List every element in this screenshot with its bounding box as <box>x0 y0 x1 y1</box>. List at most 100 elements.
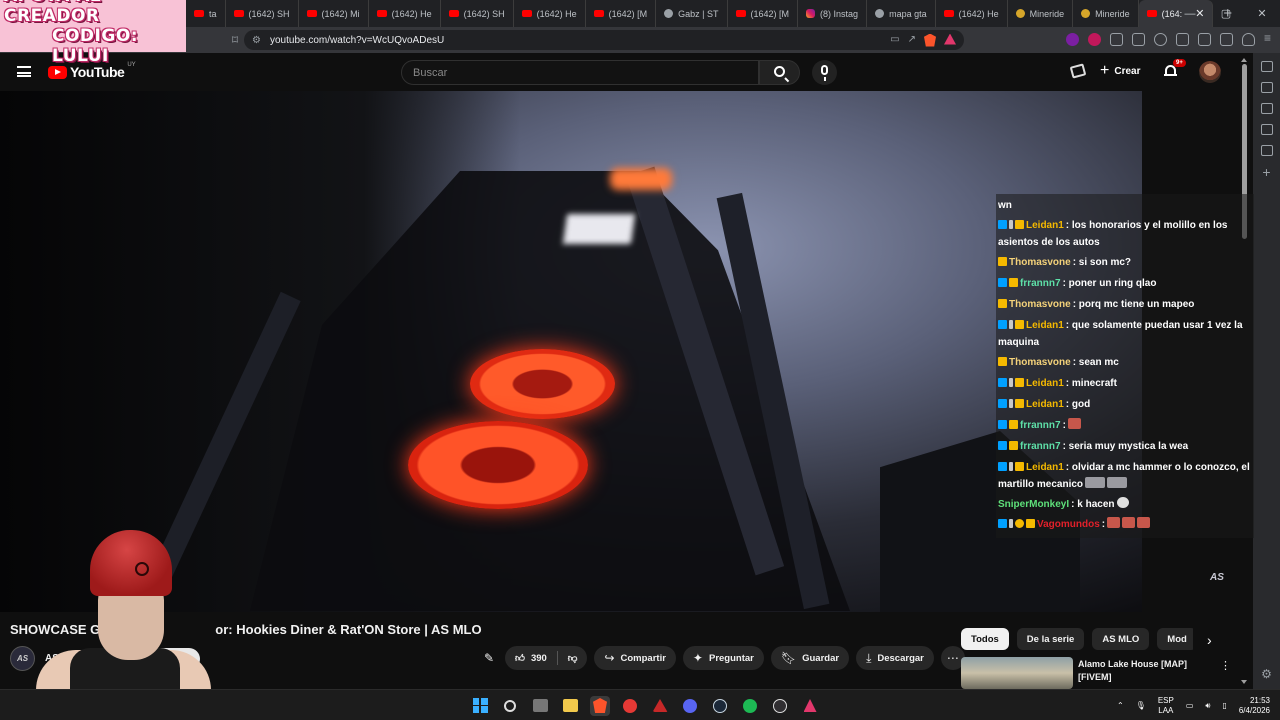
browser-tab[interactable]: (8) Instag <box>798 0 868 27</box>
reading-list-icon[interactable] <box>1260 82 1273 93</box>
download-arrow-icon: ⤓ <box>866 650 872 665</box>
share-button[interactable]: ↪ Compartir <box>594 646 676 670</box>
thanks-icon[interactable]: ✎ <box>480 646 498 670</box>
omnibox[interactable]: ⚙ youtube.com/watch?v=WcUQvoADesU ▭ ↗ <box>244 30 964 50</box>
wallet-icon[interactable] <box>1132 33 1145 46</box>
search-taskbar-icon[interactable] <box>500 696 520 716</box>
filter-chip[interactable]: Mod <box>1157 628 1193 650</box>
volume-icon[interactable]: 🔊︎ <box>1205 701 1210 711</box>
tab-label: Mineride <box>1029 8 1065 19</box>
brave-shields-icon[interactable] <box>924 33 936 47</box>
network-icon[interactable]: ▭ <box>1186 701 1194 710</box>
media-player-icon[interactable] <box>620 696 640 716</box>
save-button[interactable]: 🔖︎ Guardar <box>770 646 850 670</box>
browser-tab[interactable]: (1642) SH <box>226 0 299 27</box>
browser-tab[interactable]: (1642) Mi <box>299 0 369 27</box>
music-icon[interactable] <box>1154 33 1167 46</box>
menu-icon[interactable]: ≡ <box>1264 32 1277 46</box>
clock[interactable]: 21:53 6/4/2026 <box>1239 696 1270 716</box>
browser-tab[interactable]: (1642) [M <box>728 0 799 27</box>
chevron-right-icon[interactable]: › <box>1207 632 1212 648</box>
recommended-video[interactable]: Alamo Lake House [MAP] [FIVEM] ⋮ <box>961 657 1241 689</box>
url-text[interactable]: youtube.com/watch?v=WcUQvoADesU <box>270 35 444 46</box>
site-info-icon[interactable]: ⚙ <box>252 35 270 46</box>
start-button[interactable] <box>470 696 490 716</box>
browser-tab[interactable]: (1642) He <box>514 0 586 27</box>
chat-badges <box>998 298 1009 314</box>
system-tray: ⌃ 🎙︎ ESP LAA ▭ 🔊︎ ▯ 21:53 6/4/2026 <box>1117 690 1270 720</box>
browser-tab[interactable]: (1642) SH <box>441 0 514 27</box>
input-language[interactable]: ESP LAA <box>1158 696 1174 716</box>
notifications-button[interactable]: 9+ <box>1164 59 1186 78</box>
file-explorer-icon[interactable] <box>560 696 580 716</box>
filter-chip[interactable]: Todos <box>961 628 1009 650</box>
close-window-button[interactable]: ✕ <box>1244 7 1280 20</box>
recommended-thumbnail[interactable] <box>961 657 1073 689</box>
wallet-panel-icon[interactable] <box>1260 103 1273 114</box>
spotify-icon[interactable] <box>740 696 760 716</box>
wallet-alt-icon[interactable] <box>1198 33 1211 46</box>
playlist-icon[interactable] <box>1260 145 1273 156</box>
mic-tray-icon[interactable]: 🎙︎ <box>1136 701 1146 710</box>
brave-nightly-icon[interactable] <box>800 696 820 716</box>
bookmarks-panel-icon[interactable] <box>1260 124 1273 135</box>
battery-icon[interactable]: ▯ <box>1222 701 1226 710</box>
extension-purple-icon[interactable] <box>1066 33 1079 46</box>
brave-browser-icon[interactable] <box>590 695 610 716</box>
vpn-shield-icon[interactable] <box>1242 33 1255 46</box>
browser-tab[interactable]: Gabz | ST <box>656 0 728 27</box>
account-avatar[interactable] <box>1199 61 1221 83</box>
scroll-up-arrow-icon[interactable] <box>1241 58 1247 62</box>
steam-icon[interactable] <box>710 696 730 716</box>
chat-text: wn <box>998 200 1012 211</box>
filter-chip[interactable]: De la serie <box>1016 628 1085 650</box>
share-page-icon[interactable]: ↗ <box>908 34 916 47</box>
panel-settings-icon[interactable]: ⚙ <box>1261 667 1272 681</box>
browser-tab[interactable]: ta <box>186 0 226 27</box>
minimize-button[interactable]: — <box>1172 8 1208 20</box>
prime-badge-icon <box>998 420 1007 429</box>
extension-pink-icon[interactable] <box>1088 33 1101 46</box>
task-view-icon[interactable] <box>530 696 550 716</box>
browser-tab[interactable]: (1642) He <box>936 0 1008 27</box>
browser-tab-strip: ta (1642) SH (1642) Mi (1642) He (1642) SH (1… <box>0 0 1280 27</box>
channel-watermark[interactable]: AS <box>1210 572 1224 583</box>
browser-tab[interactable]: Mineride <box>1008 0 1074 27</box>
chat-badges <box>998 219 1026 235</box>
sidebar-toggle-icon[interactable] <box>1176 33 1189 46</box>
ask-button[interactable]: ✦ Preguntar <box>682 646 764 670</box>
chat-badges <box>998 256 1009 272</box>
hamburger-menu-icon[interactable] <box>17 66 31 77</box>
cast-icon[interactable]: ▭ <box>890 34 899 47</box>
tab-label: (1642) [M <box>750 8 790 19</box>
search-input[interactable] <box>413 66 758 79</box>
dislike-button[interactable]: 👎︎ <box>558 646 588 670</box>
browser-tab[interactable]: mapa gta <box>867 0 936 27</box>
leo-ai-icon[interactable] <box>1260 61 1273 72</box>
maximize-button[interactable]: ▢ <box>1208 7 1244 20</box>
scroll-down-arrow-icon[interactable] <box>1241 680 1247 684</box>
browser-tab[interactable]: (1642) [M <box>586 0 657 27</box>
add-panel-icon[interactable]: + <box>1262 165 1270 179</box>
youtube-logo-text: YouTube <box>70 64 125 80</box>
browser-tab[interactable]: (1642) He <box>369 0 441 27</box>
studio-icon[interactable] <box>1069 63 1087 79</box>
extensions-puzzle-icon[interactable] <box>1110 33 1123 46</box>
like-button[interactable]: 👍︎ 390 <box>505 646 557 670</box>
obs-icon[interactable] <box>770 696 790 716</box>
download-button[interactable]: ⤓ Descargar <box>856 646 934 670</box>
tray-overflow-icon[interactable]: ⌃ <box>1117 701 1124 710</box>
youtube-logo[interactable]: YouTube UY <box>48 62 136 80</box>
download-icon[interactable] <box>1220 33 1233 46</box>
recommended-title[interactable]: Alamo Lake House [MAP] [FIVEM] <box>1078 658 1208 684</box>
search-button[interactable] <box>759 60 800 85</box>
tab-label: (1642) He <box>391 8 432 19</box>
discord-icon[interactable] <box>680 696 700 716</box>
brave-rewards-icon[interactable] <box>944 33 956 45</box>
affinity-icon[interactable] <box>650 696 670 716</box>
filter-chip[interactable]: AS MLO <box>1092 628 1150 650</box>
voice-search-button[interactable] <box>812 60 837 85</box>
kebab-menu-icon[interactable]: ⋮ <box>1220 659 1231 672</box>
create-button[interactable]: + Crear <box>1100 63 1140 79</box>
browser-tab[interactable]: Mineride <box>1073 0 1139 27</box>
